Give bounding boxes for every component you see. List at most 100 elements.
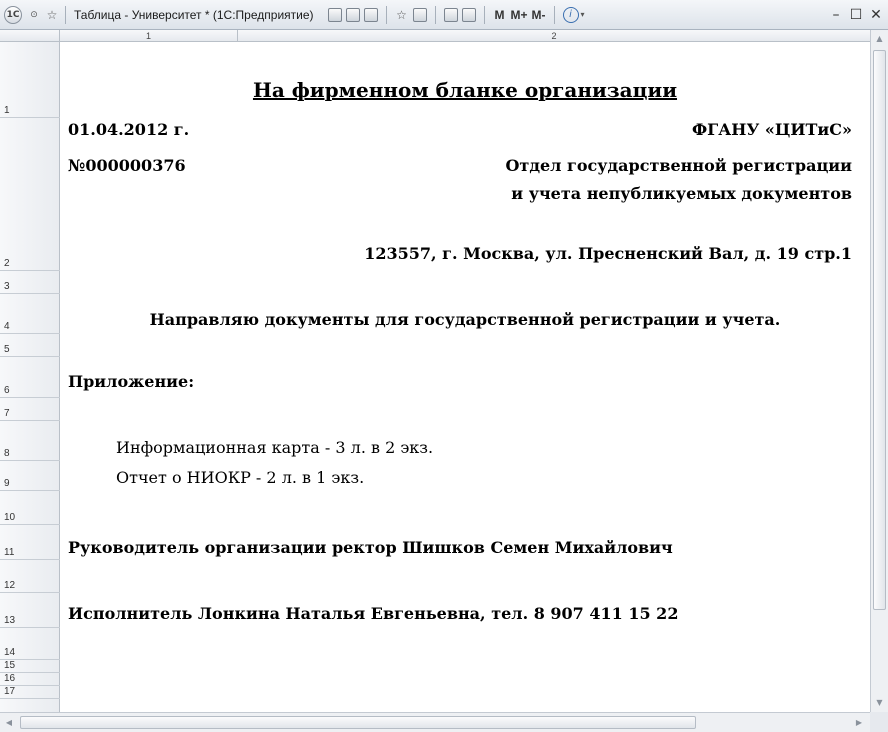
row-header-17[interactable]: 17	[0, 686, 60, 699]
close-button[interactable]: ✕	[866, 5, 886, 25]
row-number: 14	[4, 647, 16, 658]
save-button[interactable]	[326, 4, 344, 26]
memory-plus-label: M+	[510, 7, 528, 22]
row-header-6[interactable]: 6	[0, 357, 60, 398]
row-number: 13	[4, 615, 16, 626]
row-header-3[interactable]: 3	[0, 271, 60, 294]
row-header-7[interactable]: 7	[0, 398, 60, 421]
memory-plus-button[interactable]: M+	[509, 4, 530, 26]
spreadsheet-document[interactable]: На фирменном бланке организации 01.04.20…	[60, 42, 870, 712]
row-header-14[interactable]: 14	[0, 628, 60, 660]
maximize-icon: ☐	[849, 7, 863, 23]
row-header-16[interactable]: 16	[0, 673, 60, 686]
arrow-up-icon: ▲	[876, 33, 883, 43]
document-date: 01.04.2012 г.	[68, 120, 190, 139]
info-button[interactable]: i ▾	[561, 4, 587, 26]
row-number: 16	[4, 673, 16, 684]
window-menu-button[interactable]: ⊙	[25, 4, 43, 26]
print-preview-icon	[363, 7, 378, 22]
save-icon	[327, 7, 342, 22]
vertical-scroll-thumb[interactable]	[873, 50, 886, 610]
minimize-icon: –	[832, 7, 840, 23]
row-number: 5	[4, 344, 10, 355]
head-of-organization: Руководитель организации ректор Шишков С…	[68, 538, 673, 557]
row-number: 3	[4, 281, 10, 292]
title-bar: 1C ⊙ ☆ Таблица - Университет * (1С:Предп…	[0, 0, 888, 30]
calculator-button[interactable]	[442, 4, 460, 26]
document-number: №000000376	[68, 156, 186, 175]
row-header-4[interactable]: 4	[0, 294, 60, 334]
row-header-12[interactable]: 12	[0, 560, 60, 593]
arrow-left-icon: ◀	[5, 718, 13, 727]
row-header-11[interactable]: 11	[0, 525, 60, 560]
row-number: 10	[4, 512, 16, 523]
toolbar-separator	[65, 5, 66, 24]
memory-button[interactable]: M	[491, 4, 509, 26]
row-header-13[interactable]: 13	[0, 593, 60, 628]
add-favorite-button[interactable]: ☆	[393, 4, 411, 26]
calendar-button[interactable]	[460, 4, 478, 26]
column-header-1[interactable]: 1	[60, 30, 238, 42]
document-body: Направляю документы для государственной …	[149, 310, 781, 329]
close-icon: ✕	[870, 7, 882, 23]
arrow-down-icon: ▼	[876, 697, 883, 707]
memory-minus-button[interactable]: M-	[530, 4, 548, 26]
chevron-down-icon: ⊙	[30, 9, 38, 20]
header-corner[interactable]	[0, 30, 60, 42]
recipient-address: 123557, г. Москва, ул. Пресненский Вал, …	[364, 244, 852, 263]
maximize-button[interactable]: ☐	[846, 5, 866, 25]
scroll-left-button[interactable]: ◀	[0, 713, 18, 732]
toolbar-separator	[553, 5, 555, 24]
favorites-star-button[interactable]: ☆	[43, 4, 61, 26]
attachment-item: Информационная карта - 3 л. в 2 экз.	[116, 438, 434, 457]
row-number: 2	[4, 258, 10, 269]
row-number: 7	[4, 408, 10, 419]
scroll-right-button[interactable]: ▶	[850, 713, 868, 732]
arrow-right-icon: ▶	[855, 718, 863, 727]
horizontal-scrollbar[interactable]: ◀ ▶	[0, 712, 870, 732]
minimize-button[interactable]: –	[826, 5, 846, 25]
vertical-scrollbar[interactable]: ▲ ▼	[870, 30, 888, 712]
recipient-department-line2: и учета непубликуемых документов	[511, 184, 852, 203]
calculator-icon	[443, 7, 458, 22]
scroll-down-button[interactable]: ▼	[871, 694, 888, 710]
row-header-9[interactable]: 9	[0, 461, 60, 491]
scroll-up-button[interactable]: ▲	[871, 30, 888, 46]
column-header: 1 2	[0, 30, 870, 42]
column-header-2[interactable]: 2	[238, 30, 870, 42]
print-icon	[345, 7, 360, 22]
toolbar-separator	[483, 5, 485, 24]
row-header-8[interactable]: 8	[0, 421, 60, 461]
links-button[interactable]	[411, 4, 429, 26]
calendar-icon	[461, 7, 476, 22]
info-icon: i	[562, 6, 579, 23]
row-header-10[interactable]: 10	[0, 491, 60, 525]
row-number: 9	[4, 478, 10, 489]
window-title: Таблица - Университет * (1С:Предприятие)	[74, 7, 314, 22]
horizontal-scroll-thumb[interactable]	[20, 716, 696, 729]
print-button[interactable]	[344, 4, 362, 26]
executor-info: Исполнитель Лонкина Наталья Евгеньевна, …	[68, 604, 679, 623]
row-number: 15	[4, 660, 16, 671]
recipient-organization: ФГАНУ «ЦИТиС»	[691, 120, 852, 139]
attachment-item: Отчет о НИОКР - 2 л. в 1 экз.	[116, 468, 365, 487]
memory-minus-label: M-	[531, 7, 546, 22]
row-number: 8	[4, 448, 10, 459]
recipient-department-line1: Отдел государственной регистрации	[505, 156, 852, 175]
row-number: 4	[4, 321, 10, 332]
row-number: 6	[4, 385, 10, 396]
row-header-1[interactable]: 1	[0, 42, 60, 118]
scrollbar-corner	[870, 712, 888, 732]
star-icon: ☆	[46, 7, 58, 22]
star-icon: ☆	[396, 7, 407, 22]
row-header-5[interactable]: 5	[0, 334, 60, 357]
preview-button[interactable]	[362, 4, 380, 26]
row-header-15[interactable]: 15	[0, 660, 60, 673]
app-logo-icon[interactable]: 1C	[4, 5, 22, 24]
link-icon	[412, 7, 427, 22]
chevron-down-icon: ▾	[580, 10, 585, 19]
memory-label: M	[494, 7, 505, 22]
row-header-2[interactable]: 2	[0, 118, 60, 271]
row-number: 11	[4, 547, 15, 558]
toolbar-separator	[385, 5, 387, 24]
